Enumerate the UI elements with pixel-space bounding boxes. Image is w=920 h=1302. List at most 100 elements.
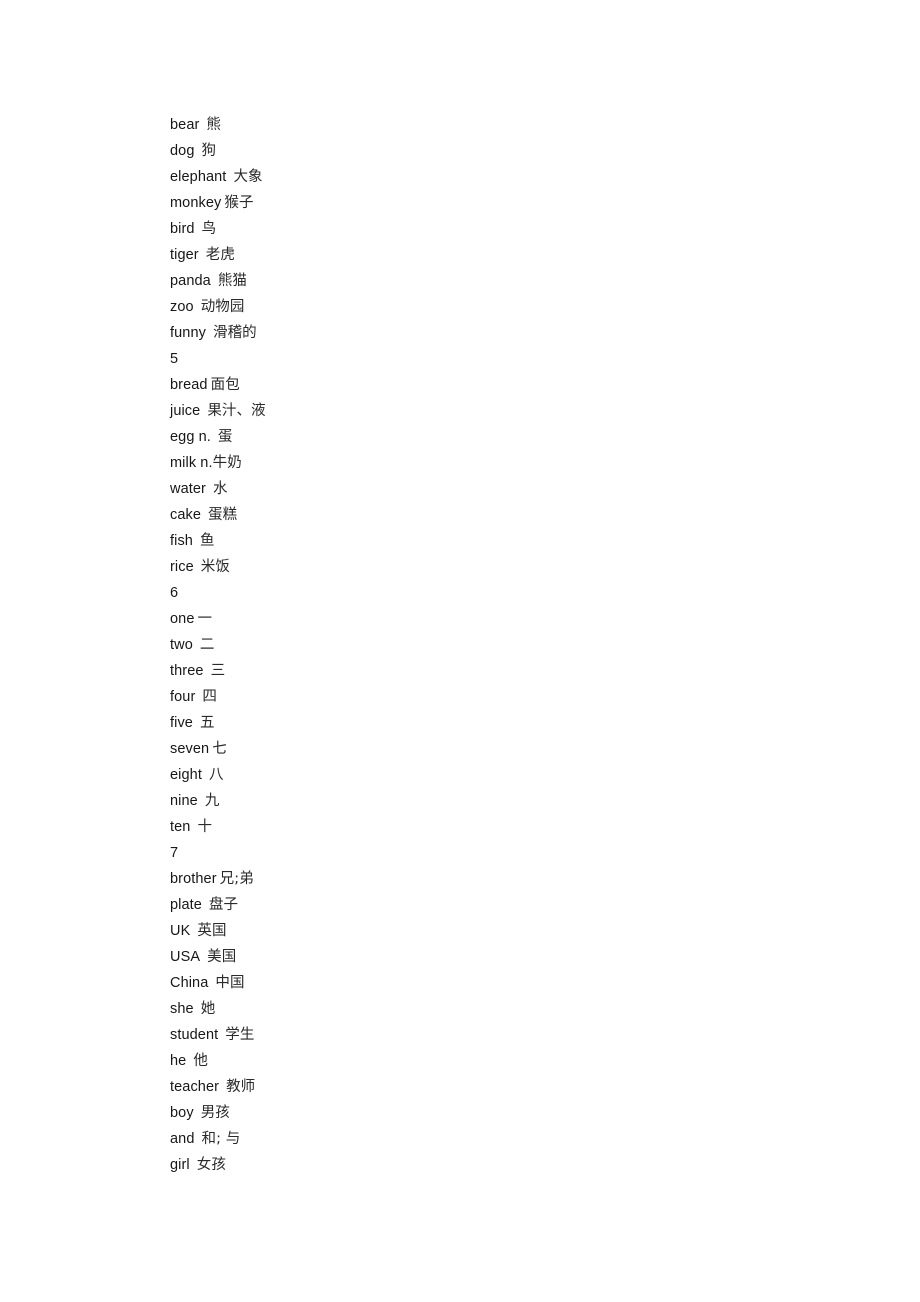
entry-gloss: 蛋	[217, 429, 233, 445]
section-number-label: 5	[170, 351, 179, 367]
vocabulary-entry: one 一	[170, 606, 790, 632]
vocabulary-list: bear 熊 dog 狗 elephant 大象 monkey 猴子 bird 鸟 tiger 老虎 p…	[170, 112, 790, 1178]
vocabulary-entry: monkey 猴子	[170, 190, 790, 216]
entry-term: USA	[170, 949, 201, 965]
entry-gloss: 熊	[206, 117, 222, 133]
document-page: bear 熊 dog 狗 elephant 大象 monkey 猴子 bird 鸟 tiger 老虎 p…	[0, 0, 920, 1302]
entry-term: rice	[170, 559, 194, 575]
vocabulary-entry: five 五	[170, 710, 790, 736]
entry-term: student	[170, 1027, 219, 1043]
entry-gloss: 三	[210, 663, 226, 679]
section-number-label: 7	[170, 845, 179, 861]
section-number: 7	[170, 840, 790, 866]
entry-term: bird	[170, 221, 195, 237]
vocabulary-entry: bear 熊	[170, 112, 790, 138]
vocabulary-entry: UK 英国	[170, 918, 790, 944]
entry-term: tiger	[170, 247, 199, 263]
entry-term: cake	[170, 507, 202, 523]
entry-term: China	[170, 975, 209, 991]
vocabulary-entry: fish 鱼	[170, 528, 790, 554]
entry-gloss: 二	[199, 637, 215, 653]
entry-term: seven	[170, 741, 210, 757]
entry-gloss: 和; 与	[201, 1131, 241, 1147]
entry-gloss: 七	[212, 741, 227, 757]
entry-gloss: 一	[197, 611, 213, 627]
vocabulary-entry: egg n. 蛋	[170, 424, 790, 450]
vocabulary-entry: nine 九	[170, 788, 790, 814]
entry-term: bear	[170, 117, 200, 133]
entry-term: boy	[170, 1105, 194, 1121]
entry-gloss: 水	[212, 481, 228, 497]
entry-gloss: 英国	[197, 923, 227, 939]
vocabulary-entry: boy 男孩	[170, 1100, 790, 1126]
entry-term: nine	[170, 793, 198, 809]
vocabulary-entry: student 学生	[170, 1022, 790, 1048]
vocabulary-entry: zoo 动物园	[170, 294, 790, 320]
entry-gloss: 米饭	[200, 559, 230, 575]
section-number: 5	[170, 346, 790, 372]
entry-term: five	[170, 715, 193, 731]
entry-gloss: 中国	[215, 975, 245, 991]
vocabulary-entry: ten 十	[170, 814, 790, 840]
vocabulary-entry: plate 盘子	[170, 892, 790, 918]
entry-term: water	[170, 481, 206, 497]
vocabulary-entry: and 和; 与	[170, 1126, 790, 1152]
section-number: 6	[170, 580, 790, 606]
entry-term: eight	[170, 767, 202, 783]
entry-gloss: 动物园	[200, 299, 245, 315]
vocabulary-entry: rice 米饭	[170, 554, 790, 580]
vocabulary-entry: dog 狗	[170, 138, 790, 164]
entry-gloss: 滑稽的	[212, 325, 257, 341]
vocabulary-entry: USA 美国	[170, 944, 790, 970]
vocabulary-entry: water 水	[170, 476, 790, 502]
vocabulary-entry: bread 面包	[170, 372, 790, 398]
entry-gloss: 面包	[210, 377, 240, 393]
entry-term: fish	[170, 533, 193, 549]
vocabulary-entry: four 四	[170, 684, 790, 710]
entry-gloss: 美国	[207, 949, 237, 965]
entry-gloss: 学生	[225, 1027, 255, 1043]
entry-term: he	[170, 1053, 187, 1069]
entry-gloss: 女孩	[196, 1157, 226, 1173]
entry-gloss: 她	[200, 1001, 216, 1017]
entry-term: and	[170, 1131, 195, 1147]
entry-gloss: 盘子	[208, 897, 239, 913]
entry-term: she	[170, 1001, 194, 1017]
entry-gloss: 大象	[233, 169, 263, 185]
entry-term: egg n.	[170, 429, 211, 445]
entry-term: zoo	[170, 299, 194, 315]
entry-gloss: 十	[197, 819, 213, 835]
entry-gloss: 牛奶	[212, 455, 242, 471]
vocabulary-entry: girl 女孩	[170, 1152, 790, 1178]
vocabulary-entry: cake 蛋糕	[170, 502, 790, 528]
entry-term: girl	[170, 1157, 190, 1173]
entry-gloss: 男孩	[200, 1105, 230, 1121]
entry-term: dog	[170, 143, 195, 159]
entry-term: bread	[170, 377, 208, 393]
entry-term: panda	[170, 273, 211, 289]
entry-gloss: 九	[204, 793, 220, 809]
vocabulary-entry: juice 果汁、液	[170, 398, 790, 424]
vocabulary-entry: panda 熊猫	[170, 268, 790, 294]
entry-gloss: 鱼	[199, 533, 215, 549]
entry-gloss: 八	[208, 767, 224, 783]
entry-term: four	[170, 689, 196, 705]
entry-term: monkey	[170, 195, 222, 211]
entry-gloss: 他	[193, 1053, 208, 1069]
entry-gloss: 猴子	[224, 195, 254, 211]
vocabulary-entry: seven 七	[170, 736, 790, 762]
entry-term: teacher	[170, 1079, 220, 1095]
entry-term: three	[170, 663, 204, 679]
vocabulary-entry: teacher 教师	[170, 1074, 790, 1100]
entry-term: funny	[170, 325, 206, 341]
vocabulary-entry: brother 兄;弟	[170, 866, 790, 892]
entry-gloss: 鸟	[201, 221, 217, 237]
entry-term: juice	[170, 403, 201, 419]
entry-gloss: 五	[199, 715, 215, 731]
entry-term: two	[170, 637, 193, 653]
entry-gloss: 四	[202, 689, 217, 705]
section-number-label: 6	[170, 585, 179, 601]
entry-term: brother	[170, 871, 217, 887]
vocabulary-entry: tiger 老虎	[170, 242, 790, 268]
vocabulary-entry: he 他	[170, 1048, 790, 1074]
